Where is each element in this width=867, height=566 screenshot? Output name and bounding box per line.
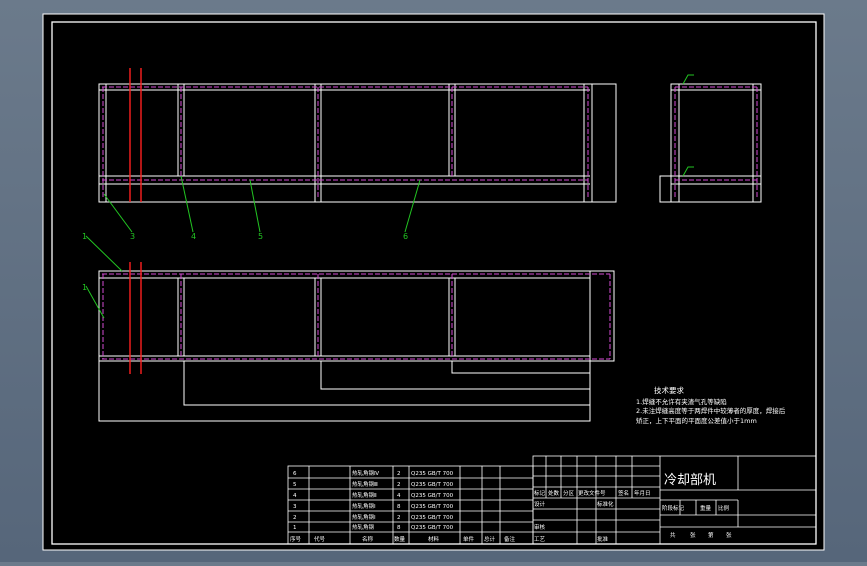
sheet-outer-border <box>42 13 825 551</box>
bom-cell: 1 <box>293 525 297 531</box>
title-cell: 共 <box>670 531 676 539</box>
title-cell: 设计 <box>534 500 546 508</box>
bom-cell: 3 <box>293 504 297 510</box>
bom-header: 材料 <box>428 535 440 543</box>
title-cell: 审核 <box>534 523 546 531</box>
bom-header: 代号 <box>314 535 326 543</box>
bom-cell: Q235 GB/T 700 <box>411 525 454 531</box>
bom-cell: 2 <box>397 471 401 477</box>
bom-cell: 6 <box>293 471 297 477</box>
leader-label-4: 4 <box>191 232 196 241</box>
bom-cell: 5 <box>293 482 297 488</box>
bom-cell: 2 <box>397 515 401 521</box>
leader-label-1b: 1 <box>82 283 87 292</box>
leader-label-3: 3 <box>130 232 135 241</box>
title-cell: 比例 <box>718 504 730 512</box>
title-cell: 标准化 <box>597 500 614 508</box>
leader-label-1a: 1 <box>82 232 87 241</box>
bom-header: 数量 <box>394 535 406 543</box>
title-cell: 工艺 <box>534 536 546 543</box>
bom-cell: Q235 GB/T 700 <box>411 482 454 488</box>
title-cell: 更改文件号 <box>578 489 606 497</box>
cad-viewport[interactable]: 1 1 3 4 5 6 技术要求 1.焊缝不允许有夹渣气孔等缺陷 2.未注焊缝高… <box>0 0 867 562</box>
bom-header: 单件 <box>463 535 475 543</box>
bom-cell: 热轧角钢Ⅰ <box>352 513 376 521</box>
drawing-title: 冷却部机 <box>664 473 716 488</box>
bom-header: 备注 <box>504 535 516 543</box>
leader-label-6: 6 <box>403 232 408 241</box>
tech-requirement-line: 1.焊缝不允许有夹渣气孔等缺陷 <box>636 397 727 406</box>
bom-cell: 2 <box>293 515 297 521</box>
title-cell: 标记 <box>534 489 546 497</box>
title-cell: 张 <box>726 531 732 539</box>
bom-cell: 8 <box>397 504 401 510</box>
title-cell: 签名 <box>618 489 629 497</box>
title-cell: 分区 <box>563 489 575 497</box>
title-cell: 阶段标记 <box>662 504 685 512</box>
bom-cell: Q235 GB/T 700 <box>411 471 454 477</box>
bom-cell: 2 <box>397 482 401 488</box>
bom-cell: 8 <box>397 525 401 531</box>
bom-header: 名称 <box>362 535 374 543</box>
tech-requirements-heading: 技术要求 <box>654 385 684 395</box>
bom-cell: 热轧角钢 <box>352 523 375 531</box>
bom-header: 序号 <box>290 535 302 543</box>
drawing-sheet: 1 1 3 4 5 6 技术要求 1.焊缝不允许有夹渣气孔等缺陷 2.未注焊缝高… <box>42 13 825 551</box>
bom-cell: 热轧角钢Ⅱ <box>352 491 377 499</box>
tech-requirement-line: 2.未注焊缝高度等于两焊件中较薄者的厚度，焊接后 <box>636 406 786 415</box>
leader-label-5: 5 <box>258 232 263 241</box>
bom-cell: Q235 GB/T 700 <box>411 493 454 499</box>
tech-requirement-line: 矫正，上下平面的平面度公差值小于1mm <box>636 416 757 425</box>
bom-cell: 热轧角钢Ⅲ <box>352 480 378 488</box>
title-cell: 处数 <box>548 489 560 497</box>
bom-cell: Q235 GB/T 700 <box>411 504 454 510</box>
bom-cell: Q235 GB/T 700 <box>411 515 454 521</box>
title-cell: 年月日 <box>634 489 651 497</box>
title-cell: 张 <box>690 531 696 539</box>
bom-header: 总计 <box>484 535 496 543</box>
title-cell: 重量 <box>700 504 712 512</box>
bom-cell: 4 <box>293 493 297 499</box>
bom-cell: 4 <box>397 493 401 499</box>
bom-cell: 热轧角钢Ⅰ <box>352 502 376 510</box>
title-cell: 第 <box>708 531 714 539</box>
bom-cell: 热轧角钢Ⅳ <box>352 469 380 477</box>
title-cell: 批准 <box>597 535 609 543</box>
